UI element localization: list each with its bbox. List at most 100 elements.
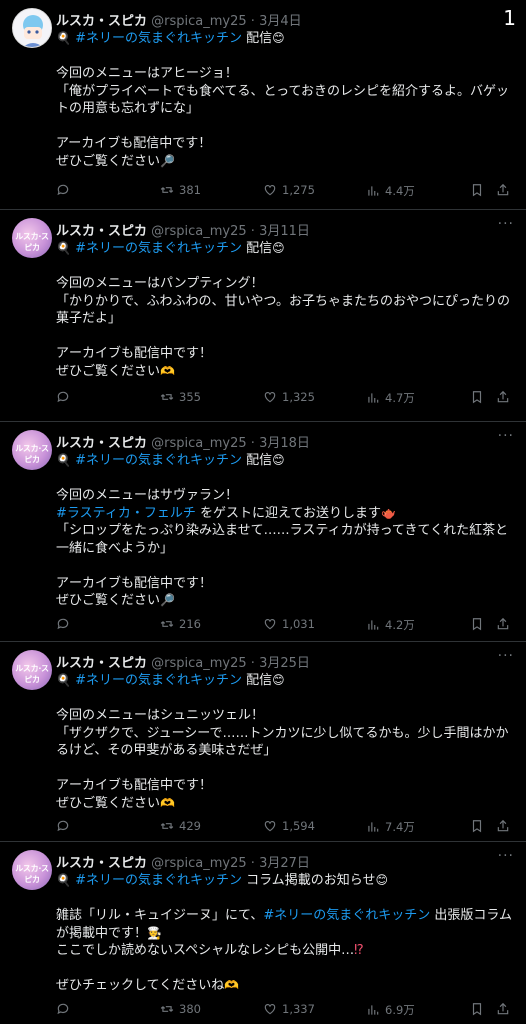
- heart-hands-icon: 🫶: [224, 978, 240, 992]
- retweet-button[interactable]: 380: [160, 1002, 201, 1016]
- more-icon[interactable]: ···: [498, 216, 514, 232]
- teapot-icon: 🫖: [380, 505, 396, 520]
- bookmark-icon: [472, 391, 482, 404]
- handle[interactable]: @rspica_my25: [151, 436, 247, 451]
- handle[interactable]: @rspica_my25: [151, 856, 247, 871]
- avatar[interactable]: ルスカ·スピカ: [12, 430, 52, 470]
- display-name[interactable]: ルスカ・スピカ: [56, 224, 147, 239]
- bookmark-button[interactable]: [470, 617, 484, 631]
- tweet-header: ルスカ・スピカ @rspica_my25 · 3月11日: [56, 224, 310, 239]
- hashtag-link[interactable]: #ネリーの気まぐれキッチン: [75, 873, 242, 888]
- display-name[interactable]: ルスカ・スピカ: [56, 14, 147, 29]
- tweet[interactable]: ルスカ·スピカ ルスカ・スピカ @rspica_my25 · 3月27日 ···…: [0, 842, 526, 1024]
- tweet[interactable]: ルスカ·スピカ ルスカ・スピカ @rspica_my25 · 3月25日 ···…: [0, 642, 526, 842]
- reply-button[interactable]: [56, 1002, 75, 1016]
- bookmark-button[interactable]: [470, 819, 484, 833]
- display-name[interactable]: ルスカ・スピカ: [56, 436, 147, 451]
- avatar[interactable]: ルスカ·スピカ: [12, 650, 52, 690]
- like-button[interactable]: 1,275: [263, 183, 315, 197]
- more-icon[interactable]: ···: [498, 848, 514, 864]
- tweet-text: 🍳 #ネリーの気まぐれキッチン 配信😊 今回のメニューはパンプティング！ 「かり…: [56, 241, 510, 379]
- share-icon: [497, 819, 509, 832]
- more-icon[interactable]: ···: [498, 648, 514, 664]
- post-date[interactable]: 3月25日: [259, 656, 310, 671]
- share-button[interactable]: [496, 1002, 510, 1016]
- smile-icon: 😊: [272, 673, 285, 687]
- like-button[interactable]: 1,031: [263, 617, 315, 631]
- hashtag-link[interactable]: #ネリーの気まぐれキッチン: [263, 908, 430, 923]
- retweet-button[interactable]: 216: [160, 617, 201, 631]
- post-date[interactable]: 3月18日: [259, 436, 310, 451]
- handle[interactable]: @rspica_my25: [151, 14, 247, 29]
- share-button[interactable]: [496, 617, 510, 631]
- tweet-text: 🍳 #ネリーの気まぐれキッチン 配信😊 今回のメニューはシュニッツェル！ 「ザク…: [56, 673, 509, 811]
- tweet-header: ルスカ・スピカ @rspica_my25 · 3月4日: [56, 14, 302, 29]
- like-button[interactable]: 1,594: [263, 819, 315, 833]
- share-icon: [497, 617, 509, 630]
- action-bar: 216 1,031 4.2万: [56, 617, 509, 637]
- pan-icon: 🍳: [56, 673, 71, 687]
- reply-button[interactable]: [56, 617, 75, 631]
- handle[interactable]: @rspica_my25: [151, 224, 247, 239]
- tweet[interactable]: ルスカ・スピカ @rspica_my25 · 3月4日 🍳 #ネリーの気まぐれキ…: [0, 0, 526, 210]
- post-date[interactable]: 3月27日: [259, 856, 310, 871]
- avatar[interactable]: ルスカ·スピカ: [12, 850, 52, 890]
- views-button[interactable]: 4.2万: [366, 617, 415, 633]
- reply-icon: [57, 391, 69, 403]
- like-icon: [264, 1004, 276, 1015]
- hashtag-link[interactable]: #ネリーの気まぐれキッチン: [75, 673, 242, 688]
- reply-button[interactable]: [56, 390, 75, 404]
- tweet[interactable]: ルスカ·スピカ ルスカ・スピカ @rspica_my25 · 3月18日 ···…: [0, 422, 526, 642]
- views-button[interactable]: 6.9万: [366, 1002, 415, 1018]
- hashtag-link[interactable]: #ラスティカ・フェルチ: [56, 506, 196, 521]
- share-button[interactable]: [496, 390, 510, 404]
- share-button[interactable]: [496, 819, 510, 833]
- hashtag-link[interactable]: #ネリーの気まぐれキッチン: [75, 453, 242, 468]
- like-icon: [264, 392, 276, 403]
- like-button[interactable]: 1,337: [263, 1002, 315, 1016]
- hashtag-link[interactable]: #ネリーの気まぐれキッチン: [75, 241, 242, 256]
- chef-icon: 🧑‍🍳: [147, 925, 162, 940]
- retweet-button[interactable]: 355: [160, 390, 201, 404]
- views-button[interactable]: 4.7万: [366, 390, 415, 406]
- action-bar: 380 1,337 6.9万: [56, 1002, 509, 1022]
- reply-icon: [57, 618, 69, 630]
- post-date[interactable]: 3月4日: [259, 14, 302, 29]
- display-name[interactable]: ルスカ・スピカ: [56, 656, 147, 671]
- retweet-button[interactable]: 381: [160, 183, 201, 197]
- reply-button[interactable]: [56, 183, 75, 197]
- bookmark-icon: [472, 1003, 482, 1016]
- bookmark-button[interactable]: [470, 183, 484, 197]
- bookmark-button[interactable]: [470, 390, 484, 404]
- handle[interactable]: @rspica_my25: [151, 656, 247, 671]
- share-button[interactable]: [496, 183, 510, 197]
- bookmark-icon: [472, 184, 482, 197]
- like-icon: [264, 619, 276, 630]
- retweet-button[interactable]: 429: [160, 819, 201, 833]
- avatar[interactable]: [12, 8, 52, 48]
- hashtag-link[interactable]: #ネリーの気まぐれキッチン: [75, 31, 242, 46]
- action-bar: 381 1,275 4.4万: [56, 183, 509, 203]
- action-bar: 355 1,325 4.7万: [56, 390, 509, 410]
- like-icon: [264, 185, 276, 196]
- views-button[interactable]: 4.4万: [366, 183, 415, 199]
- tweet-header: ルスカ・スピカ @rspica_my25 · 3月27日: [56, 856, 310, 871]
- like-icon: [264, 821, 276, 832]
- tweet[interactable]: ルスカ·スピカ ルスカ・スピカ @rspica_my25 · 3月11日 ···…: [0, 210, 526, 422]
- pan-icon: 🍳: [56, 453, 71, 467]
- post-date[interactable]: 3月11日: [259, 224, 310, 239]
- share-icon: [497, 390, 509, 403]
- like-button[interactable]: 1,325: [263, 390, 315, 404]
- views-button[interactable]: 7.4万: [366, 819, 415, 835]
- more-icon[interactable]: ···: [498, 428, 514, 444]
- avatar[interactable]: ルスカ·スピカ: [12, 218, 52, 258]
- pan-icon: 🍳: [56, 873, 71, 887]
- smile-icon: 😊: [272, 241, 285, 255]
- bookmark-button[interactable]: [470, 1002, 484, 1016]
- retweet-icon: [160, 394, 174, 400]
- share-icon: [497, 183, 509, 196]
- display-name[interactable]: ルスカ・スピカ: [56, 856, 147, 871]
- pan-icon: 🍳: [56, 241, 71, 255]
- retweet-icon: [160, 823, 174, 829]
- reply-button[interactable]: [56, 819, 75, 833]
